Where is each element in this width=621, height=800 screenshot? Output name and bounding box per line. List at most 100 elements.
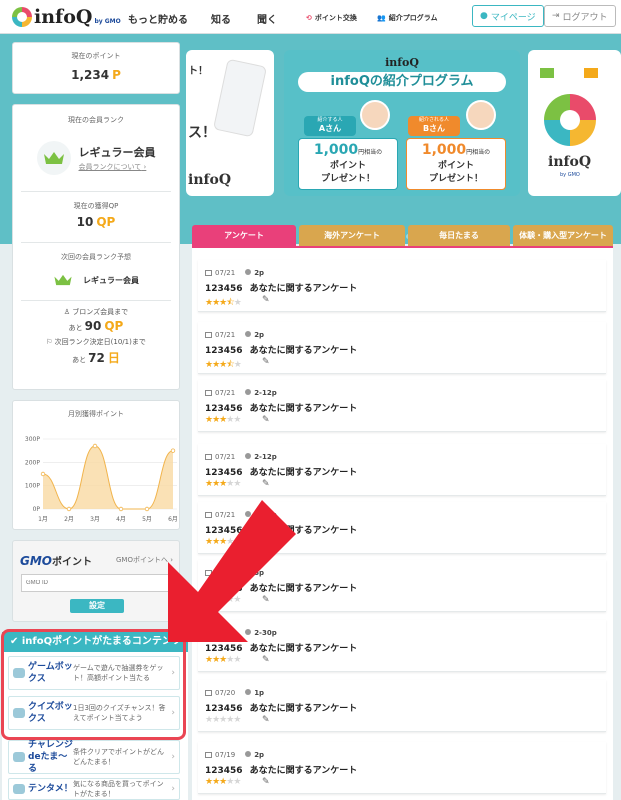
survey-points: 2-30p xyxy=(245,629,277,637)
banner-logo: infoQ xyxy=(385,56,419,69)
survey-row[interactable]: 07/20 1p 123456 あなたに関するアンケート ★★★★★ ✎ xyxy=(198,680,606,732)
survey-points: 2p xyxy=(245,331,264,339)
star-icon: ⯪ xyxy=(226,298,234,308)
survey-row[interactable]: 07/21 5p 123456 あなたに関するアンケート ★★★★★ ✎ xyxy=(198,560,606,612)
survey-meta: 07/21 2p xyxy=(205,331,264,339)
crown-icon xyxy=(36,141,71,175)
nav-points-exchange[interactable]: ⟲ ポイント交換 xyxy=(306,13,357,23)
survey-id: 123456 xyxy=(205,766,243,776)
survey-title-text: あなたに関するアンケート xyxy=(249,346,358,356)
banner-slide-referral[interactable]: infoQ infoQの紹介プログラム 紹介する人 Aさん 紹介される人 Bさん… xyxy=(284,50,520,196)
survey-row[interactable]: 07/21 2-12p 123456 あなたに関するアンケート ★★★★★ ✎ xyxy=(198,380,606,432)
banner-slide-right[interactable]: infoQ by GMO xyxy=(528,50,621,196)
gmo-title-rest: ポイント xyxy=(52,557,92,568)
coin-icon xyxy=(245,689,252,695)
calendar-icon xyxy=(205,332,212,338)
current-points-value: 1,234 xyxy=(71,68,110,82)
survey-row[interactable]: 07/21 2p 123456 あなたに関するアンケート ★★★⯪★ ✎ xyxy=(198,322,606,374)
tab-experience-survey[interactable]: 体験・購入型アンケート xyxy=(513,225,613,247)
bronze-label: ♙ ブロンズ会員まで xyxy=(13,307,179,317)
nav-earn-more[interactable]: もっと貯める xyxy=(128,11,188,26)
survey-date: 07/21 xyxy=(215,629,236,637)
calendar-icon xyxy=(205,752,212,758)
person-b-photo xyxy=(466,100,496,130)
calendar-icon xyxy=(205,570,212,576)
survey-row[interactable]: 07/21 2-12p 123456 あなたに関するアンケート ★★★★★ ✎ xyxy=(198,444,606,496)
survey-date: 07/20 xyxy=(215,689,236,697)
monthly-points-chart: 0P 100P 200P 300P 1月 2月 3月 4月 5月 6月 xyxy=(25,436,178,523)
survey-points-value: 2p xyxy=(254,331,265,339)
mypage-button[interactable]: ● マイページ xyxy=(472,5,544,27)
person-b-tag: 紹介される人 Bさん xyxy=(408,116,460,136)
x-tick-label: 1月 xyxy=(38,516,48,523)
star-icon: ★ xyxy=(233,415,241,425)
rank-label: 現在の会員ランク xyxy=(68,116,124,124)
survey-title-text: あなたに関するアンケート xyxy=(249,704,358,714)
infoq-q-icon xyxy=(12,7,32,27)
survey-points: 5p xyxy=(245,569,264,577)
x-tick-label: 6月 xyxy=(168,516,178,523)
nav-learn[interactable]: 知る xyxy=(211,11,231,26)
survey-row[interactable]: 07/21 2p 123456 あなたに関するアンケート ★★★⯪★ ✎ xyxy=(198,260,606,312)
survey-id: 123456 xyxy=(205,346,243,356)
person-a-photo xyxy=(360,100,390,130)
survey-title-text: あなたに関するアンケート xyxy=(249,584,358,594)
survey-title-text: あなたに関するアンケート xyxy=(249,468,358,478)
calendar-icon xyxy=(205,630,212,636)
monthly-points-card: 月別獲得ポイント 0P 100P 200P 300P 1月 2月 3月 4月 5月 6月 xyxy=(12,400,180,530)
rank-badge: レギュラー会員 会員ランクについて › xyxy=(13,141,179,175)
banner-slide-left[interactable]: ト！ ス！ infoQ xyxy=(186,50,274,196)
gmo-id-input[interactable] xyxy=(21,574,173,592)
data-point xyxy=(118,506,124,512)
tab-overseas-survey[interactable]: 海外アンケート xyxy=(299,225,405,247)
decide-prefix: あと xyxy=(72,356,87,364)
infoq-logo[interactable]: infoQ by GMO xyxy=(12,6,121,28)
survey-points-value: 2p xyxy=(254,751,265,759)
qp-number: 10 xyxy=(76,215,94,229)
bronze-prefix: あと xyxy=(68,324,83,332)
y-tick-label: 100P xyxy=(25,483,40,490)
tab-survey[interactable]: アンケート xyxy=(192,225,296,247)
chevron-right-icon: › xyxy=(171,752,175,762)
reward-a-line1: ポイント xyxy=(329,161,366,171)
gmo-point-link[interactable]: GMOポイントへ › xyxy=(116,555,173,565)
content-tentame[interactable]: テンタメ！ 気になる商品を買ってポイントがたまる！ › xyxy=(8,778,180,800)
gmo-set-button[interactable]: 設定 xyxy=(70,599,124,613)
logout-icon: ⇥ xyxy=(552,11,560,21)
survey-rating: ★★★★★ xyxy=(205,777,241,787)
pencil-icon: ✎ xyxy=(262,415,270,425)
pencil-icon: ✎ xyxy=(262,595,270,605)
survey-id: 123456 xyxy=(205,404,243,414)
banner-carousel[interactable]: ト！ ス！ infoQ infoQ infoQの紹介プログラム 紹介する人 Aさ… xyxy=(186,34,621,244)
bronze-value: 90 xyxy=(84,319,102,333)
survey-meta: 07/19 2p xyxy=(205,751,264,759)
data-point xyxy=(170,448,176,453)
reward-b-line1: ポイント xyxy=(437,161,474,171)
nav-ask[interactable]: 聞く xyxy=(257,11,277,26)
survey-row[interactable]: 07/21 2-96p 123456 あなたに関するアンケート ★★★★★ ✎ xyxy=(198,502,606,554)
survey-row[interactable]: 07/19 2p 123456 あなたに関するアンケート ★★★★★ ✎ xyxy=(198,742,606,794)
tab-daily[interactable]: 毎日たまる xyxy=(408,225,510,247)
gmo-point-title: GMOポイント xyxy=(20,553,92,568)
decide-label-text: 次回ランク決定日(10/1)まで xyxy=(54,338,146,346)
survey-date: 07/21 xyxy=(215,569,236,577)
survey-id: 123456 xyxy=(205,644,243,654)
content-challenge[interactable]: チャレンジdeたま〜る 条件クリアでポイントがどんどんたまる！ › xyxy=(8,740,180,774)
data-point xyxy=(66,506,72,512)
flag-icon: ⚐ xyxy=(46,338,53,346)
survey-row[interactable]: 07/21 2-30p 123456 あなたに関するアンケート ★★★★★ ✎ xyxy=(198,620,606,672)
survey-id: 123456 xyxy=(205,284,243,294)
content-name: テンタメ！ xyxy=(28,784,73,794)
point-unit: P xyxy=(112,68,121,82)
pencil-icon: ✎ xyxy=(262,295,270,305)
logout-button[interactable]: ⇥ ログアウト xyxy=(544,5,616,27)
pencil-icon: ✎ xyxy=(262,479,270,489)
survey-meta: 07/20 1p xyxy=(205,689,264,697)
survey-meta: 07/21 2-30p xyxy=(205,629,277,637)
reward-a-amount: 1,000 xyxy=(313,142,359,158)
rank-info-link[interactable]: 会員ランクについて › xyxy=(79,162,156,172)
user-icon: ● xyxy=(480,11,488,21)
y-tick-label: 0P xyxy=(33,506,41,513)
star-icon: ⯪ xyxy=(226,360,234,370)
nav-referral[interactable]: 👥 紹介プログラム xyxy=(377,13,438,23)
